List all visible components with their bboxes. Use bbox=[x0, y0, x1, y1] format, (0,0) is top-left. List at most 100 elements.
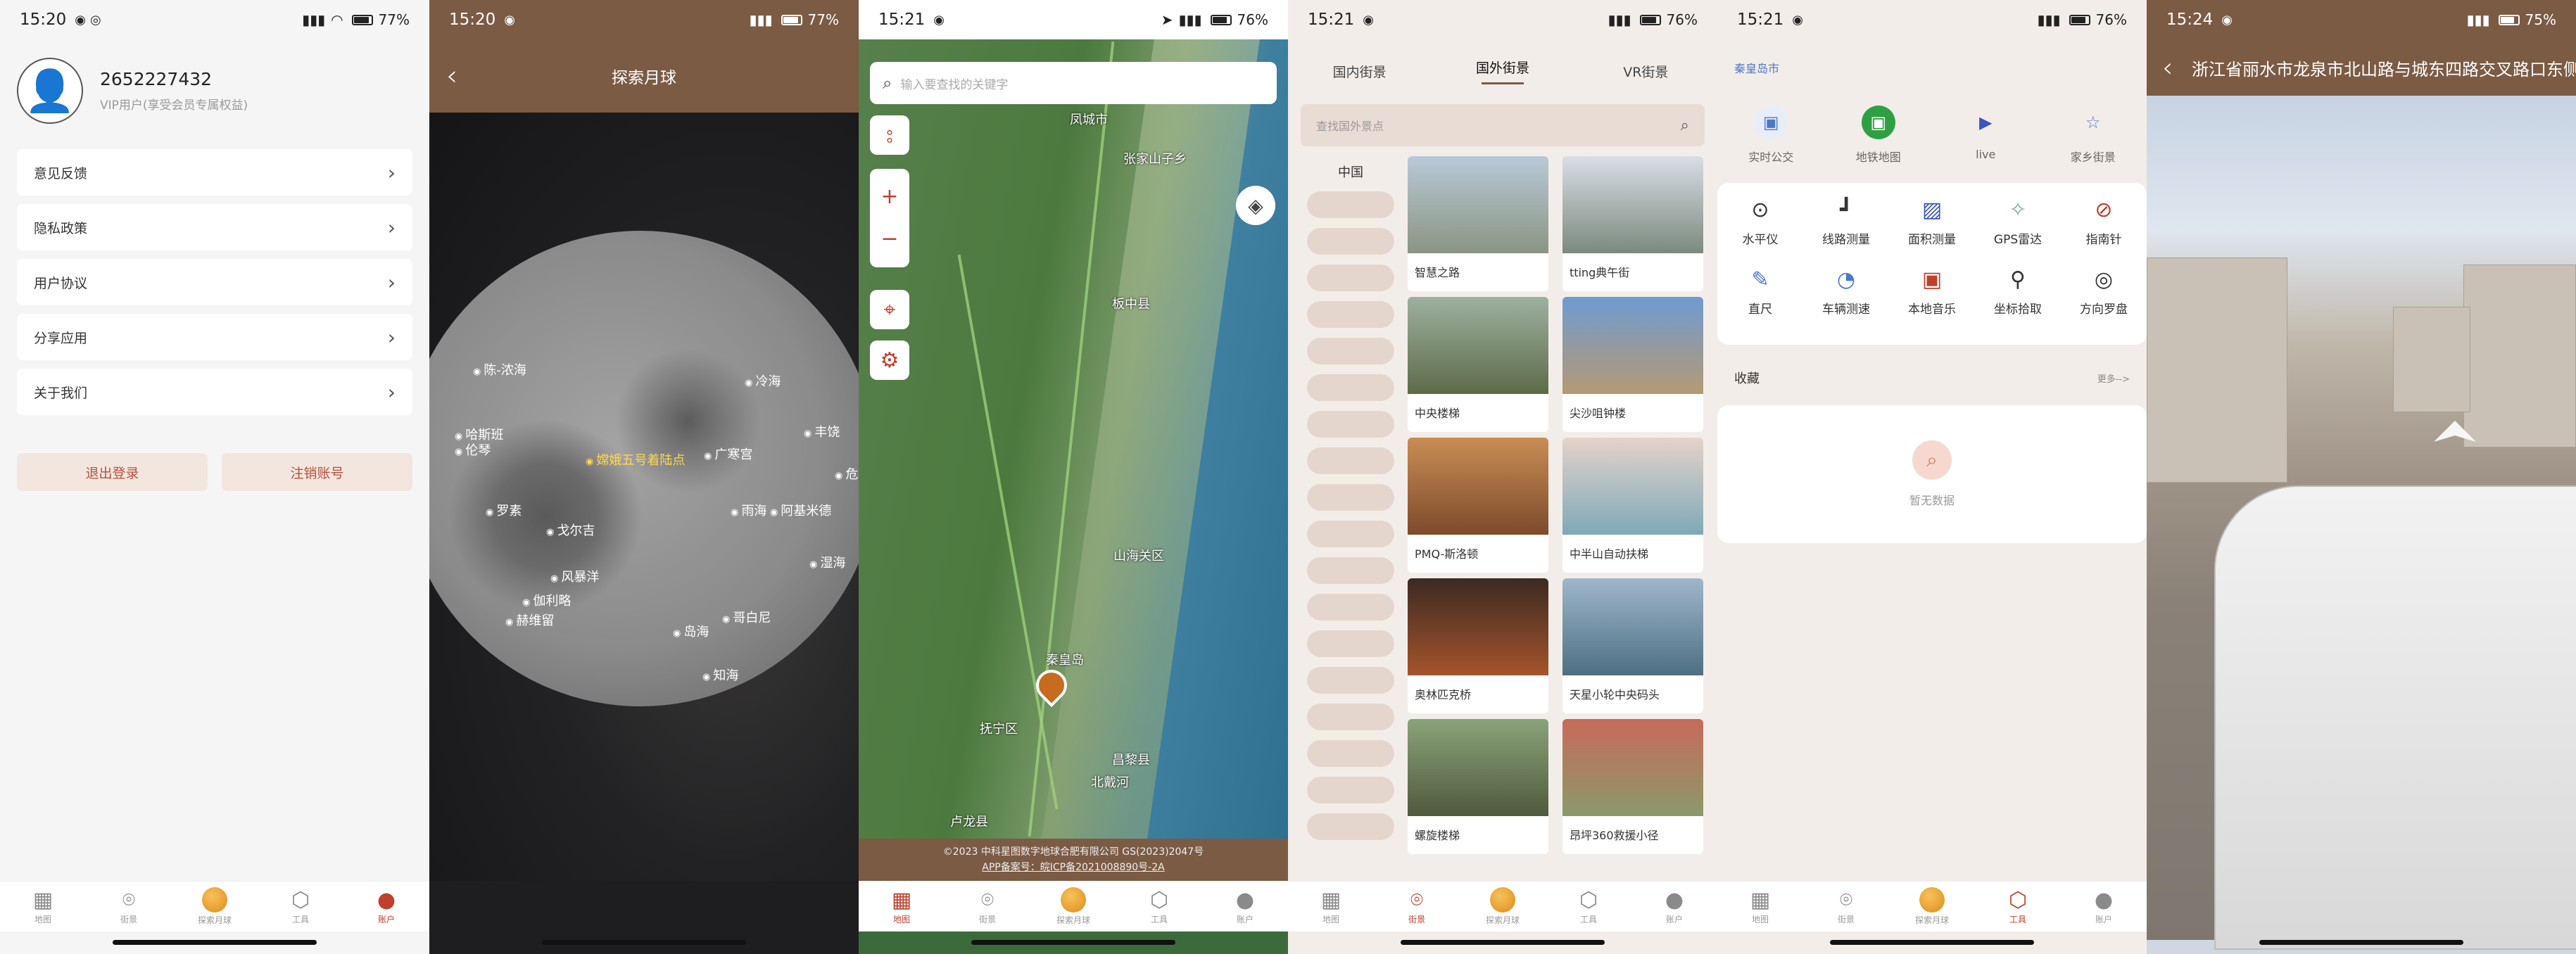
tool-live[interactable]: ▶ live bbox=[1932, 106, 2040, 165]
icp-line[interactable]: APP备案号：皖ICP备2021008890号-2A bbox=[859, 860, 1288, 875]
moon-label[interactable]: 伽利略 bbox=[522, 591, 571, 609]
moon-label[interactable]: 罗素 bbox=[486, 501, 522, 519]
nav-moon[interactable]: 探索月球 bbox=[1030, 882, 1116, 931]
menu-item-share[interactable]: 分享应用 › bbox=[17, 314, 412, 360]
tool-bus[interactable]: ▣ 实时公交 bbox=[1717, 106, 1825, 165]
search-input[interactable]: 查找国外景点 bbox=[1316, 117, 1384, 134]
home-indicator[interactable] bbox=[113, 940, 317, 945]
moon-label[interactable]: 赫维留 bbox=[505, 611, 554, 629]
nav-tools[interactable]: ⬡ 工具 bbox=[1975, 882, 2061, 931]
tool-gps-radar[interactable]: ✧ GPS雷达 bbox=[1975, 197, 2061, 247]
nav-moon[interactable]: 探索月球 bbox=[172, 882, 258, 931]
country-item[interactable] bbox=[1307, 740, 1394, 767]
current-city[interactable]: 秦皇岛市 bbox=[1734, 59, 1779, 76]
avatar[interactable]: 👤 bbox=[17, 58, 83, 124]
scenic-card[interactable]: 昂坪360救援小径 bbox=[1562, 719, 1703, 854]
moon-label[interactable]: 戈尔吉 bbox=[546, 521, 595, 539]
nav-street[interactable]: ⌾ 街景 bbox=[1803, 882, 1889, 931]
map-search-bar[interactable]: ⌕ 输入要查找的关键字 bbox=[870, 62, 1277, 104]
nav-account[interactable]: ● 账户 bbox=[2061, 882, 2147, 931]
country-item-china[interactable]: 中国 bbox=[1305, 159, 1396, 187]
moon-label[interactable]: 岛海 bbox=[673, 622, 709, 640]
country-item[interactable] bbox=[1307, 557, 1394, 584]
tool-area-measure[interactable]: ▨ 面积测量 bbox=[1889, 197, 1975, 247]
tool-coordinate[interactable]: ⚲ 坐标拾取 bbox=[1975, 267, 2061, 317]
nav-map[interactable]: ▦ 地图 bbox=[0, 882, 86, 931]
back-arrow-icon[interactable]: ‹ bbox=[2162, 52, 2173, 83]
tool-subway[interactable]: ▣ 地铁地图 bbox=[1825, 106, 1933, 165]
moon-label[interactable]: 冷海 bbox=[745, 371, 781, 390]
delete-account-button[interactable]: 注销账号 bbox=[222, 453, 412, 491]
nav-map[interactable]: ▦ 地图 bbox=[859, 882, 945, 931]
country-item[interactable] bbox=[1307, 374, 1394, 401]
menu-item-about[interactable]: 关于我们 › bbox=[17, 369, 412, 415]
country-item[interactable] bbox=[1307, 301, 1394, 328]
zoom-out-icon[interactable]: − bbox=[880, 218, 898, 260]
country-item[interactable] bbox=[1307, 338, 1394, 364]
favorites-more-link[interactable]: 更多--> bbox=[2097, 371, 2130, 385]
satellite-map[interactable]: 凤城市 张家山子乡 板中县 山海关区 秦皇岛 抚宁区 北戴河 昌黎县 卢龙县 bbox=[859, 39, 1288, 839]
country-item[interactable] bbox=[1307, 484, 1394, 511]
tool-direction-compass[interactable]: ◎ 方向罗盘 bbox=[2061, 267, 2147, 317]
nav-tools[interactable]: ⬡ 工具 bbox=[258, 882, 343, 931]
nav-tools[interactable]: ⬡ 工具 bbox=[1116, 882, 1202, 931]
scenic-card[interactable]: tting典午街 bbox=[1562, 156, 1703, 291]
tab-foreign[interactable]: 国外街景 bbox=[1431, 58, 1574, 84]
settings-button[interactable]: ⚙ bbox=[870, 341, 909, 380]
search-input[interactable]: 输入要查找的关键字 bbox=[900, 75, 1008, 92]
country-item[interactable] bbox=[1307, 667, 1394, 694]
moon-label[interactable]: 阿基米德 bbox=[770, 501, 831, 519]
menu-item-feedback[interactable]: 意见反馈 › bbox=[17, 149, 412, 196]
nav-tools[interactable]: ⬡ 工具 bbox=[1546, 882, 1631, 931]
scenic-card[interactable]: 中央楼梯 bbox=[1408, 297, 1548, 432]
menu-item-agreement[interactable]: 用户协议 › bbox=[17, 259, 412, 305]
tool-music[interactable]: ▣ 本地音乐 bbox=[1889, 267, 1975, 317]
nav-account[interactable]: ● 账户 bbox=[343, 882, 429, 931]
traffic-light-button[interactable]: ⦂ bbox=[870, 115, 909, 155]
country-item[interactable] bbox=[1307, 191, 1394, 218]
home-indicator[interactable] bbox=[1401, 940, 1605, 945]
moon-label[interactable]: 危 bbox=[835, 464, 858, 483]
moon-label[interactable]: 知海 bbox=[702, 666, 738, 684]
scenic-card[interactable]: PMQ-斯洛顿 bbox=[1408, 438, 1548, 573]
nav-street[interactable]: ⌾ 街景 bbox=[1374, 882, 1460, 931]
country-item[interactable] bbox=[1307, 265, 1394, 291]
home-indicator[interactable] bbox=[542, 940, 746, 945]
menu-item-privacy[interactable]: 隐私政策 › bbox=[17, 204, 412, 250]
layers-button[interactable]: ◈ bbox=[1236, 186, 1275, 225]
moon-label[interactable]: 哥白尼 bbox=[722, 608, 771, 626]
home-indicator[interactable] bbox=[971, 940, 1175, 945]
moon-label[interactable]: 丰饶 bbox=[804, 422, 840, 440]
scenic-card[interactable]: 尖沙咀钟楼 bbox=[1562, 297, 1703, 432]
tool-ruler[interactable]: ✎ 直尺 bbox=[1717, 267, 1803, 317]
nav-street[interactable]: ⌾ 街景 bbox=[86, 882, 172, 931]
street-search-bar[interactable]: 查找国外景点 ⌕ bbox=[1301, 104, 1705, 146]
country-item[interactable] bbox=[1307, 594, 1394, 621]
scenic-card[interactable]: 智慧之路 bbox=[1408, 156, 1548, 291]
country-item[interactable] bbox=[1307, 228, 1394, 255]
tool-route-measure[interactable]: ┛ 线路测量 bbox=[1803, 197, 1889, 247]
scenic-card[interactable]: 螺旋楼梯 bbox=[1408, 719, 1548, 854]
tool-speedometer[interactable]: ◔ 车辆测速 bbox=[1803, 267, 1889, 317]
scenic-card[interactable]: 天星小轮中央码头 bbox=[1562, 578, 1703, 713]
nav-map[interactable]: ▦ 地图 bbox=[1717, 882, 1803, 931]
nav-street[interactable]: ⌾ 街景 bbox=[945, 882, 1030, 931]
moon-label[interactable]: 风暴洋 bbox=[550, 567, 599, 585]
country-item[interactable] bbox=[1307, 704, 1394, 730]
zoom-in-icon[interactable]: + bbox=[880, 176, 898, 218]
moon-label[interactable]: 广寒宫 bbox=[704, 445, 752, 463]
moon-label[interactable]: 湿海 bbox=[809, 553, 845, 571]
nav-moon[interactable]: 探索月球 bbox=[1889, 882, 1975, 931]
scenic-card[interactable]: 奥林匹克桥 bbox=[1408, 578, 1548, 713]
country-item[interactable] bbox=[1307, 521, 1394, 547]
country-item[interactable] bbox=[1307, 411, 1394, 438]
tab-domestic[interactable]: 国内街景 bbox=[1288, 62, 1431, 81]
country-item[interactable] bbox=[1307, 630, 1394, 657]
moon-globe[interactable] bbox=[429, 231, 859, 706]
nav-account[interactable]: ● 账户 bbox=[1202, 882, 1288, 931]
country-item[interactable] bbox=[1307, 447, 1394, 474]
tool-compass[interactable]: ⊘ 指南针 bbox=[2061, 197, 2147, 247]
nav-account[interactable]: ● 账户 bbox=[1631, 882, 1717, 931]
logout-button[interactable]: 退出登录 bbox=[17, 453, 208, 491]
country-item[interactable] bbox=[1307, 777, 1394, 803]
